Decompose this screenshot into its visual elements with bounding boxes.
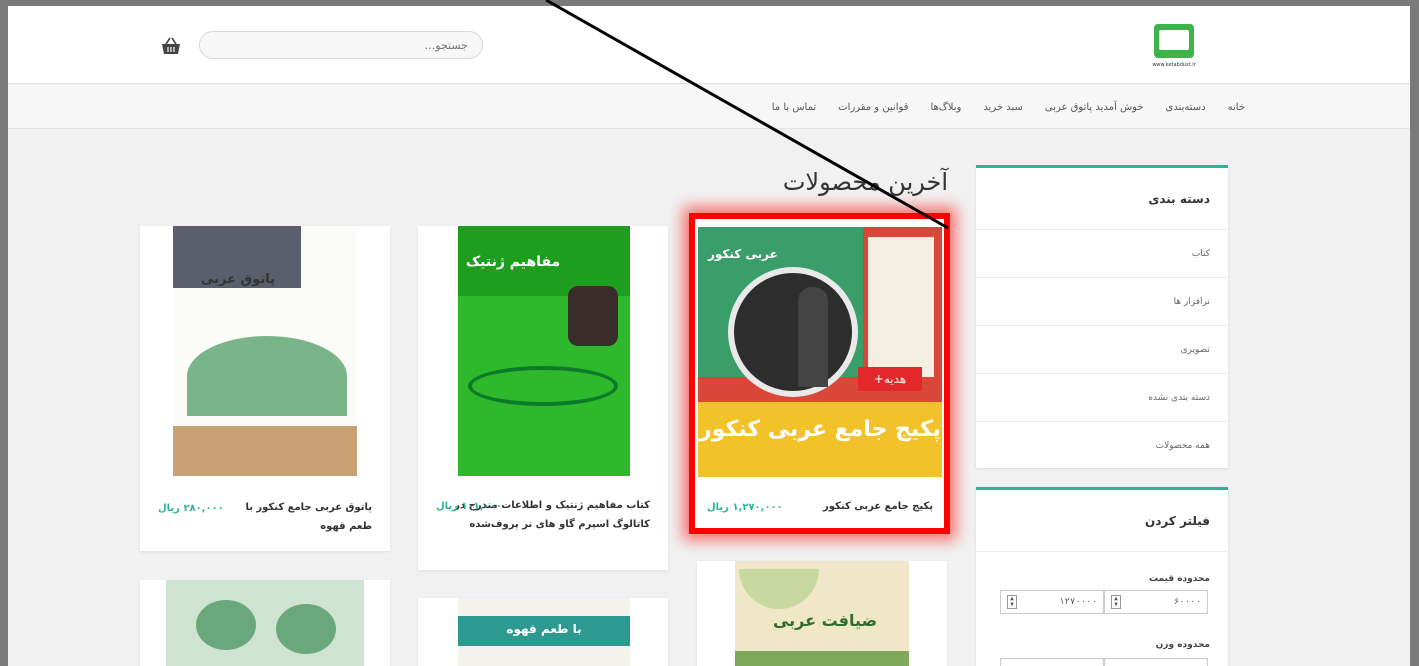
product-price: ۱,۲۷۰,۰۰۰ ریال	[707, 502, 783, 513]
price-range-label: محدوده قیمت	[1148, 574, 1210, 584]
cover-title: پکیج جامع عربی کنکور	[699, 417, 941, 442]
shopping-basket-icon[interactable]	[160, 36, 182, 56]
categories-widget: دسته بندی کتاب نرافزار ها تصویری دسته بن…	[976, 165, 1228, 470]
product-card[interactable]: مفاهیم ژنتیک کتاب مفاهیم ژنتیک و اطلاعات…	[418, 226, 668, 570]
product-name[interactable]: پکیج جامع عربی کنکور	[823, 497, 933, 516]
product-price: ۲۸۰,۰۰۰ ریال	[158, 503, 224, 514]
nav-cart[interactable]: سبد خرید	[983, 102, 1023, 113]
stepper-icon[interactable]: ▲ ▼	[1111, 595, 1121, 609]
cover-title: مفاهیم ژنتیک	[465, 254, 561, 270]
nav-contact[interactable]: تماس با ما	[772, 102, 816, 113]
cover-title: پاتوق عربی	[201, 272, 275, 287]
nav-blogs[interactable]: وبلاگ‌ها	[930, 102, 961, 113]
categories-title: دسته بندی	[976, 168, 1228, 230]
category-video[interactable]: تصویری	[976, 326, 1228, 374]
cover-title: با طعم قهوه	[506, 622, 582, 636]
nav-rules[interactable]: قوانین و مقررات	[838, 102, 908, 113]
product-card[interactable]	[140, 580, 390, 666]
stepper-icon[interactable]: ▲ ▼	[1007, 595, 1017, 609]
category-software[interactable]: نرافزار ها	[976, 278, 1228, 326]
product-price: ۱۰۱,۰۰۰ ریال	[436, 501, 502, 512]
section-title: آخرین محصولات	[782, 168, 948, 196]
product-card[interactable]: ضیافت عربی	[697, 561, 947, 666]
search-box[interactable]	[199, 31, 483, 59]
browser-viewport: www.ketabdust.ir خانه دسته‌بندی خوش آمدی…	[8, 6, 1410, 666]
category-uncategorized[interactable]: دسته بندی نشده	[976, 374, 1228, 422]
main-nav: خانه دسته‌بندی خوش آمدید پاتوق عربی سبد …	[8, 85, 1410, 129]
weight-range-label: محدوده وزن	[1155, 640, 1210, 650]
category-book[interactable]: کتاب	[976, 230, 1228, 278]
logo-url: www.ketabdust.ir	[1152, 62, 1196, 68]
product-card[interactable]: با طعم قهوه	[418, 598, 668, 666]
product-image[interactable]: مفاهیم ژنتیک	[458, 226, 630, 476]
filter-widget: فیلتر کردن محدوده قیمت ▲ ▼ ۱۲۷۰۰۰۰ ▲ ▼ ۶۰۰…	[976, 487, 1228, 666]
nav-welcome[interactable]: خوش آمدید پاتوق عربی	[1045, 102, 1144, 113]
gift-badge: +هدیه	[858, 367, 922, 391]
product-image[interactable]: ضیافت عربی	[735, 561, 909, 666]
cover-title: ضیافت عربی	[772, 611, 878, 630]
site-header: www.ketabdust.ir	[8, 6, 1410, 84]
product-image[interactable]	[166, 580, 364, 666]
product-image[interactable]: +هدیه عربی کنکور پکیج جامع عربی کنکور	[698, 227, 942, 477]
category-all-products[interactable]: همه محصولات	[976, 422, 1228, 470]
product-image[interactable]: پاتوق عربی	[173, 226, 357, 476]
product-card[interactable]: +هدیه عربی کنکور پکیج جامع عربی کنکور پک…	[689, 219, 951, 531]
weight-max-field[interactable]	[1000, 658, 1104, 666]
product-image[interactable]: با طعم قهوه	[458, 598, 630, 666]
price-range: ▲ ▼ ۱۲۷۰۰۰۰ ▲ ▼ ۶۰۰۰۰	[1000, 590, 1208, 614]
nav-home[interactable]: خانه	[1228, 102, 1245, 113]
weight-range	[1000, 658, 1208, 666]
nav-categories[interactable]: دسته‌بندی	[1166, 102, 1206, 113]
price-min-field[interactable]: ▲ ▼ ۶۰۰۰۰	[1104, 590, 1208, 614]
product-card[interactable]: پاتوق عربی پاتوق عربی جامع کنکور با طعم …	[140, 226, 390, 551]
product-name[interactable]: پاتوق عربی جامع کنکور با طعم قهوه	[232, 498, 372, 536]
weight-min-field[interactable]	[1104, 658, 1208, 666]
filter-title: فیلتر کردن	[976, 490, 1228, 552]
site-logo[interactable]: www.ketabdust.ir	[1148, 18, 1200, 70]
price-max-field[interactable]: ▲ ▼ ۱۲۷۰۰۰۰	[1000, 590, 1104, 614]
search-input[interactable]	[200, 32, 482, 58]
